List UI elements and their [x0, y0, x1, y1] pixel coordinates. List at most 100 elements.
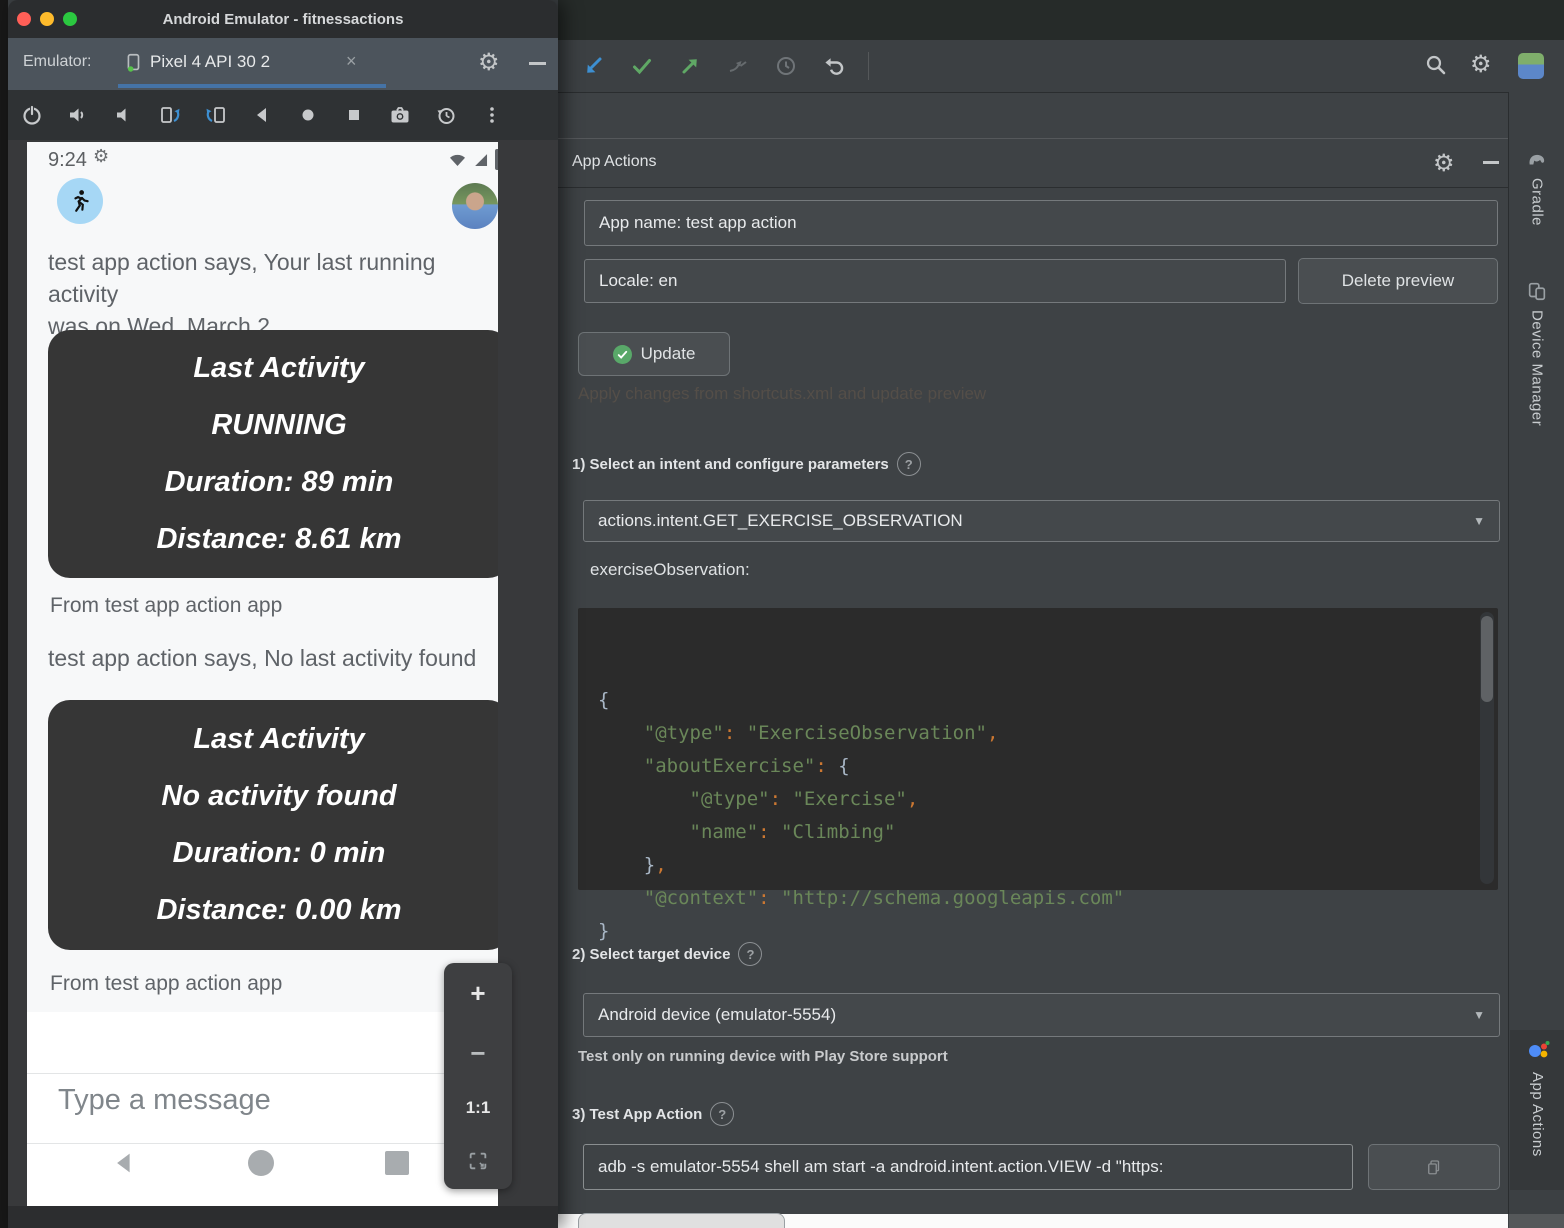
tool-tab-device-manager[interactable]: Device Manager: [1509, 280, 1564, 500]
gradle-tab-label: Gradle: [1529, 178, 1546, 226]
merge-icon[interactable]: [726, 54, 750, 78]
more-kebab-icon[interactable]: [480, 103, 504, 127]
snapshot-icon[interactable]: [434, 103, 458, 127]
copy-command-button[interactable]: [1368, 1144, 1500, 1190]
help-icon-1[interactable]: ?: [897, 452, 921, 476]
panel-gear-icon[interactable]: ⚙: [1433, 149, 1455, 178]
status-gear-icon: ⚙: [93, 146, 109, 167]
nav-overview-icon[interactable]: [385, 1151, 409, 1175]
card-title: Last Activity: [48, 352, 498, 385]
code-scrollbar-thumb[interactable]: [1481, 616, 1493, 702]
battery-icon: [495, 149, 498, 170]
card-distance: Distance: 8.61 km: [48, 523, 498, 556]
card-duration: Duration: 0 min: [48, 837, 498, 870]
zoom-in-button[interactable]: +: [470, 980, 485, 1006]
copy-icon: [1425, 1158, 1443, 1176]
device-dropdown-value: Android device (emulator-5554): [598, 1005, 836, 1025]
screenshot-camera-icon[interactable]: [388, 103, 412, 127]
vcs-update-icon[interactable]: [582, 54, 606, 78]
section3-text: 3) Test App Action: [572, 1106, 702, 1123]
delete-preview-button[interactable]: Delete preview: [1298, 258, 1498, 304]
active-tab-underline: [118, 84, 386, 88]
assistant-message-2: test app action says, No last activity f…: [48, 642, 476, 674]
app-actions-panel-header: App Actions ⚙: [558, 138, 1508, 188]
section1-text: 1) Select an intent and configure parame…: [572, 456, 889, 473]
device-tab-label[interactable]: Pixel 4 API 30 2: [150, 52, 270, 72]
app-name-field[interactable]: App name: test app action: [584, 200, 1498, 246]
emulator-settings-gear-icon[interactable]: ⚙: [478, 48, 500, 77]
emulator-bottom-frame: [8, 1206, 558, 1228]
app-actions-tab-label: App Actions: [1529, 1072, 1546, 1157]
emulator-window-title: Android Emulator - fitnessactions: [8, 11, 558, 28]
emulator-window: Android Emulator - fitnessactions Emulat…: [8, 0, 558, 1228]
device-phone-icon: [122, 52, 144, 74]
back-icon[interactable]: [250, 103, 274, 127]
card-activity: RUNNING: [48, 409, 498, 442]
delete-preview-label: Delete preview: [1342, 271, 1454, 291]
screenshot-root: ⚙ App Actions ⚙ App name: test app actio…: [0, 0, 1564, 1228]
zoom-reset-button[interactable]: 1:1: [466, 1099, 491, 1116]
message-input[interactable]: Type a message: [58, 1084, 271, 1117]
intent-dropdown[interactable]: actions.intent.GET_EXERCISE_OBSERVATION …: [583, 500, 1500, 542]
nav-back-icon[interactable]: [109, 1148, 139, 1178]
message-line: test app action says, Your last running …: [48, 246, 498, 310]
ide-window-top-strip: [558, 0, 1564, 40]
search-icon[interactable]: [1424, 53, 1448, 77]
update-check-icon: [613, 345, 632, 364]
vcs-commit-check-icon[interactable]: [630, 54, 654, 78]
activity-card-1: Last Activity RUNNING Duration: 89 min D…: [48, 330, 498, 578]
rotate-left-icon[interactable]: [158, 103, 182, 127]
volume-up-icon[interactable]: [66, 103, 90, 127]
emulator-titlebar: Android Emulator - fitnessactions: [8, 0, 558, 38]
locale-field[interactable]: Locale: en: [584, 259, 1286, 303]
overview-icon[interactable]: [342, 103, 366, 127]
app-name-value: App name: test app action: [599, 213, 797, 233]
volume-down-icon[interactable]: [112, 103, 136, 127]
input-divider-top: [27, 1073, 498, 1074]
power-icon[interactable]: [20, 103, 44, 127]
toolbar-divider: [868, 52, 869, 80]
settings-gear-icon[interactable]: ⚙: [1470, 53, 1492, 77]
user-avatar[interactable]: [1518, 53, 1544, 79]
activity-card-2: Last Activity No activity found Duration…: [48, 700, 498, 950]
adb-command-field[interactable]: adb -s emulator-5554 shell am start -a a…: [583, 1144, 1353, 1190]
tool-tab-app-actions[interactable]: App Actions: [1510, 1030, 1564, 1190]
help-icon-3[interactable]: ?: [710, 1102, 734, 1126]
rollback-icon[interactable]: [822, 54, 846, 78]
message-line: test app action says, No last activity f…: [48, 642, 476, 674]
update-button[interactable]: Update: [578, 332, 730, 376]
history-clock-icon[interactable]: [774, 54, 798, 78]
emulator-label: Emulator:: [23, 53, 91, 71]
emulator-minimize-icon[interactable]: [529, 62, 546, 65]
device-manager-tab-label: Device Manager: [1529, 310, 1546, 426]
device-hint-text: Test only on running device with Play St…: [578, 1048, 948, 1065]
section1-label: 1) Select an intent and configure parame…: [572, 452, 921, 476]
user-avatar: [452, 183, 498, 229]
target-device-dropdown[interactable]: Android device (emulator-5554) ▼: [583, 993, 1500, 1037]
fit-screen-icon[interactable]: [467, 1150, 489, 1172]
partial-bottom-button[interactable]: [578, 1213, 785, 1228]
nav-home-icon[interactable]: [248, 1150, 274, 1176]
emulator-tabbar: Emulator: Pixel 4 API 30 2 × ⚙: [8, 38, 558, 90]
update-hint-text: Apply changes from shortcuts.xml and upd…: [578, 384, 986, 404]
vcs-push-icon[interactable]: [678, 54, 702, 78]
help-icon-2[interactable]: ?: [738, 942, 762, 966]
adb-command-value: adb -s emulator-5554 shell am start -a a…: [598, 1157, 1163, 1177]
panel-title: App Actions: [572, 153, 657, 171]
status-time: 9:24: [48, 149, 87, 172]
emulator-controls: [8, 90, 558, 140]
zoom-out-button[interactable]: −: [470, 1040, 485, 1066]
emulator-zoom-panel: + − 1:1: [444, 963, 512, 1189]
home-icon[interactable]: [296, 103, 320, 127]
card-duration: Duration: 89 min: [48, 466, 498, 499]
chevron-down-icon: ▼: [1473, 514, 1485, 528]
card-title: Last Activity: [48, 723, 498, 756]
tab-close-icon[interactable]: ×: [346, 51, 357, 72]
gradle-elephant-icon: [1526, 148, 1548, 170]
section3-label: 3) Test App Action ?: [572, 1102, 734, 1126]
strip-bottom: [1509, 1214, 1564, 1228]
panel-minimize-icon[interactable]: [1483, 161, 1499, 164]
intent-params-editor[interactable]: { "@type": "ExerciseObservation", "about…: [578, 608, 1498, 890]
right-tool-strip: Gradle Device Manager App Actions: [1508, 92, 1564, 1214]
rotate-right-icon[interactable]: [204, 103, 228, 127]
